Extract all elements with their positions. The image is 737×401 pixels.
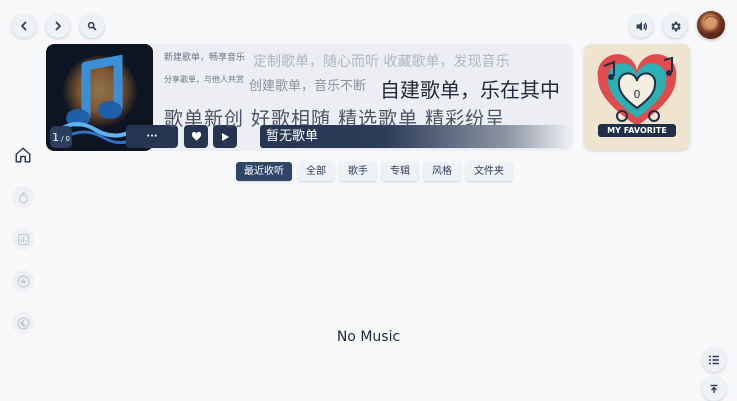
tab-folders[interactable]: 文件夹 [466, 162, 512, 181]
sidebar-hot[interactable] [12, 186, 34, 208]
play-icon [222, 132, 229, 141]
now-playing-bar: 暂无歌单 [260, 125, 570, 148]
forward-button[interactable] [46, 14, 70, 38]
scroll-top-button[interactable] [702, 377, 726, 401]
sidebar-home[interactable] [12, 144, 34, 166]
arrow-to-top-icon [710, 384, 718, 393]
chart-icon [17, 233, 29, 245]
tab-artists[interactable]: 歌手 [340, 162, 376, 181]
tab-all[interactable]: 全部 [298, 162, 334, 181]
empty-state-message: No Music [336, 329, 401, 345]
lyric-line1-large: 定制歌单，随心而听 收藏歌单，发现音乐 [253, 54, 510, 70]
home-icon [15, 147, 31, 163]
more-icon: ··· [146, 131, 158, 142]
lyric-line1-small: 新建歌单，畅享音乐 [164, 53, 246, 63]
avatar-image [700, 16, 722, 39]
search-icon [87, 21, 97, 31]
moon-icon [17, 317, 29, 329]
favorite-count: 0 [633, 88, 641, 101]
playlist-count: 1/0 [50, 126, 72, 148]
volume-button[interactable] [629, 14, 653, 38]
user-avatar[interactable] [697, 11, 725, 39]
chevron-right-icon [55, 21, 61, 31]
lyric-line2-mid: 创建歌单，音乐不断 [249, 79, 367, 94]
sidebar-charts[interactable] [12, 228, 34, 250]
favorite-label: MY FAVORITE [598, 124, 676, 137]
category-tabs: 最近收听 全部 歌手 专辑 风格 文件夹 [236, 162, 512, 181]
search-button[interactable] [80, 14, 104, 38]
lyric-line2-large: 自建歌单，乐在其中 [380, 78, 560, 102]
playlist-count-current: 1 [52, 130, 60, 144]
back-button[interactable] [12, 14, 36, 38]
list-icon [709, 355, 719, 365]
playlist-count-total: 0 [65, 134, 70, 143]
tab-recent[interactable]: 最近收听 [236, 162, 292, 181]
playlist-queue-button[interactable] [702, 348, 726, 372]
sidebar-favorites[interactable] [12, 270, 34, 292]
chevron-left-icon [21, 21, 27, 31]
tab-genres[interactable]: 风格 [424, 162, 460, 181]
volume-icon [636, 21, 647, 31]
playlist-banner: 1/0 ··· 新建歌单，畅享音乐 定制歌单，随心而听 收藏歌单，发现音乐 分享… [46, 44, 573, 151]
settings-button[interactable] [663, 14, 687, 38]
flame-icon [18, 191, 28, 203]
heart-icon [191, 131, 201, 141]
tab-albums[interactable]: 专辑 [382, 162, 418, 181]
star-icon [17, 275, 29, 287]
gear-icon [670, 21, 681, 31]
favorite-card[interactable]: 0 MY FAVORITE [584, 44, 690, 150]
lyric-line2-small: 分享歌单，与他人共赏 [164, 75, 244, 84]
